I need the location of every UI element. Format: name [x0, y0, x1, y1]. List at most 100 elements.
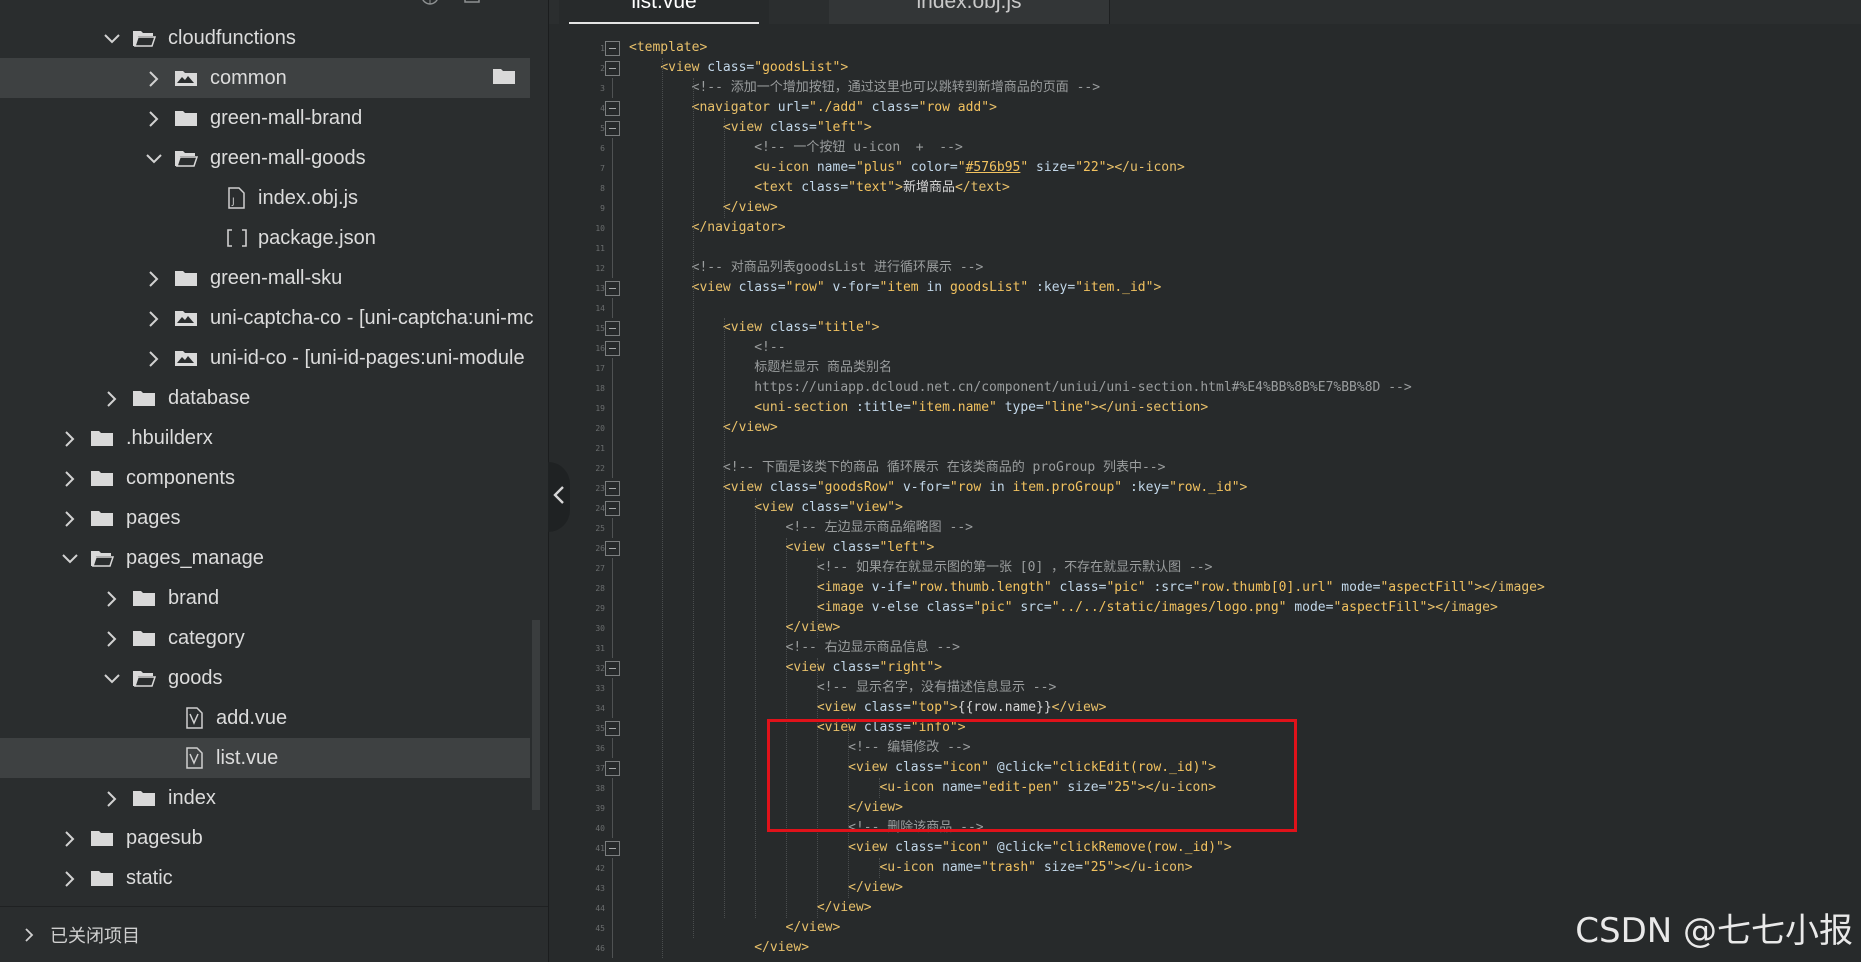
- chevron-down-icon[interactable]: [146, 151, 162, 165]
- chevron-right-icon[interactable]: [146, 71, 160, 87]
- chevron-right-icon[interactable]: [62, 871, 76, 887]
- fold-guide: [612, 918, 613, 938]
- line-number: 46: [595, 944, 605, 953]
- tab-list-vue[interactable]: list.vue: [559, 0, 769, 24]
- fold-toggle[interactable]: [605, 501, 620, 516]
- code-token: "plus": [856, 160, 911, 175]
- chevron-right-icon[interactable]: [62, 471, 76, 487]
- folder-open-icon: [174, 148, 199, 168]
- chevron-right-icon[interactable]: [146, 351, 160, 367]
- code-token: >: [840, 60, 849, 75]
- indent-guide: [693, 78, 695, 938]
- chevron-right-icon[interactable]: [146, 111, 160, 127]
- collapse-sidebar-button[interactable]: [548, 462, 570, 532]
- chevron-down-icon[interactable]: [104, 31, 120, 45]
- chevron-down-icon[interactable]: [104, 671, 120, 685]
- chevron-right-icon[interactable]: [62, 431, 76, 447]
- tree-item[interactable]: green-mall-sku: [0, 258, 530, 298]
- tree-item[interactable]: components: [0, 458, 530, 498]
- fold-toggle[interactable]: [605, 721, 620, 736]
- vue-file-icon: [184, 707, 204, 729]
- code-token: </view>: [785, 620, 841, 635]
- tree-item[interactable]: add.vue: [0, 698, 530, 738]
- fold-toggle[interactable]: [605, 41, 620, 56]
- tree-item[interactable]: brand: [0, 578, 530, 618]
- fold-toggle[interactable]: [605, 101, 620, 116]
- tree-item[interactable]: green-mall-brand: [0, 98, 530, 138]
- tree-item[interactable]: cloudfunctions: [0, 18, 530, 58]
- tree-item[interactable]: .hbuilderx: [0, 418, 530, 458]
- fold-toggle[interactable]: [605, 61, 620, 76]
- fold-toggle[interactable]: [605, 341, 620, 356]
- tree-item-label: pagesub: [126, 826, 203, 849]
- chevron-right-icon[interactable]: [104, 791, 118, 807]
- chevron-right-icon[interactable]: [104, 591, 118, 607]
- indent-guide: [879, 858, 881, 878]
- tree-item[interactable]: static: [0, 858, 530, 898]
- chevron-down-icon[interactable]: [62, 551, 78, 565]
- tree-item[interactable]: pages_manage: [0, 538, 530, 578]
- sidebar-scrollbar[interactable]: [532, 620, 540, 810]
- code-token: </view>: [816, 900, 872, 915]
- line-number: 37: [595, 764, 605, 773]
- tree-item[interactable]: list.vue: [0, 738, 530, 778]
- tree-item[interactable]: green-mall-goods: [0, 138, 530, 178]
- fold-toggle[interactable]: [605, 541, 620, 556]
- tree-item[interactable]: Jindex.obj.js: [0, 178, 530, 218]
- fold-toggle[interactable]: [605, 121, 620, 136]
- code-token: <view: [785, 660, 833, 675]
- annotation-highlight-box: [767, 719, 1297, 832]
- chevron-right-icon: [22, 928, 36, 942]
- menu-icon[interactable]: [504, 0, 524, 13]
- code-token: </view>: [754, 940, 810, 955]
- chevron-right-icon[interactable]: [104, 631, 118, 647]
- fold-toggle[interactable]: [605, 661, 620, 676]
- code-token: <view: [722, 120, 770, 135]
- tree-item[interactable]: pagesub: [0, 818, 530, 858]
- fold-toggle[interactable]: [605, 481, 620, 496]
- fold-guide: [612, 378, 613, 398]
- tree-item[interactable]: pages: [0, 498, 530, 538]
- tree-item[interactable]: index: [0, 778, 530, 818]
- tree-item[interactable]: goods: [0, 658, 530, 698]
- chevron-right-icon[interactable]: [62, 831, 76, 847]
- code-token: >: [895, 180, 903, 195]
- line-number: 42: [595, 864, 605, 873]
- new-file-icon[interactable]: [462, 0, 482, 13]
- code-token: class=: [769, 120, 817, 135]
- code-token: class=: [769, 480, 817, 495]
- globe-icon[interactable]: [420, 0, 440, 13]
- tree-item[interactable]: database: [0, 378, 530, 418]
- closed-projects-section[interactable]: 已关闭项目: [0, 906, 548, 962]
- fold-toggle[interactable]: [605, 281, 620, 296]
- code-editor[interactable]: list.vue index.obj.js 1 2 3 4 5 6 7 8 9 10 11 12 13 1…: [549, 0, 1861, 962]
- tree-item[interactable]: uni-captcha-co - [uni-captcha:uni-mc: [0, 298, 533, 338]
- folder-icon: [90, 868, 114, 888]
- code-token: size=: [1036, 160, 1076, 175]
- tree-item[interactable]: common: [0, 58, 530, 98]
- code-token: >: [1239, 480, 1248, 495]
- tree-item[interactable]: package.json: [0, 218, 530, 258]
- fold-toggle[interactable]: [605, 841, 620, 856]
- chevron-right-icon[interactable]: [146, 271, 160, 287]
- tree-item[interactable]: category: [0, 618, 530, 658]
- code-token: >: [895, 500, 903, 515]
- fold-guide: [612, 698, 613, 718]
- code-token: >: [949, 700, 958, 715]
- fold-guide: [612, 678, 613, 698]
- fold-toggle[interactable]: [605, 321, 620, 336]
- folder-icon: [174, 348, 198, 368]
- tab-index-obj-js[interactable]: index.obj.js: [829, 0, 1110, 24]
- chevron-right-icon[interactable]: [62, 511, 76, 527]
- line-number: 29: [595, 604, 605, 613]
- chevron-right-icon[interactable]: [104, 391, 118, 407]
- line-number: 34: [595, 704, 605, 713]
- code-token: <navigator: [691, 100, 778, 115]
- chevron-right-icon[interactable]: [146, 311, 160, 327]
- tree-item[interactable]: uni-id-co - [uni-id-pages:uni-module: [0, 338, 530, 378]
- fold-toggle[interactable]: [605, 761, 620, 776]
